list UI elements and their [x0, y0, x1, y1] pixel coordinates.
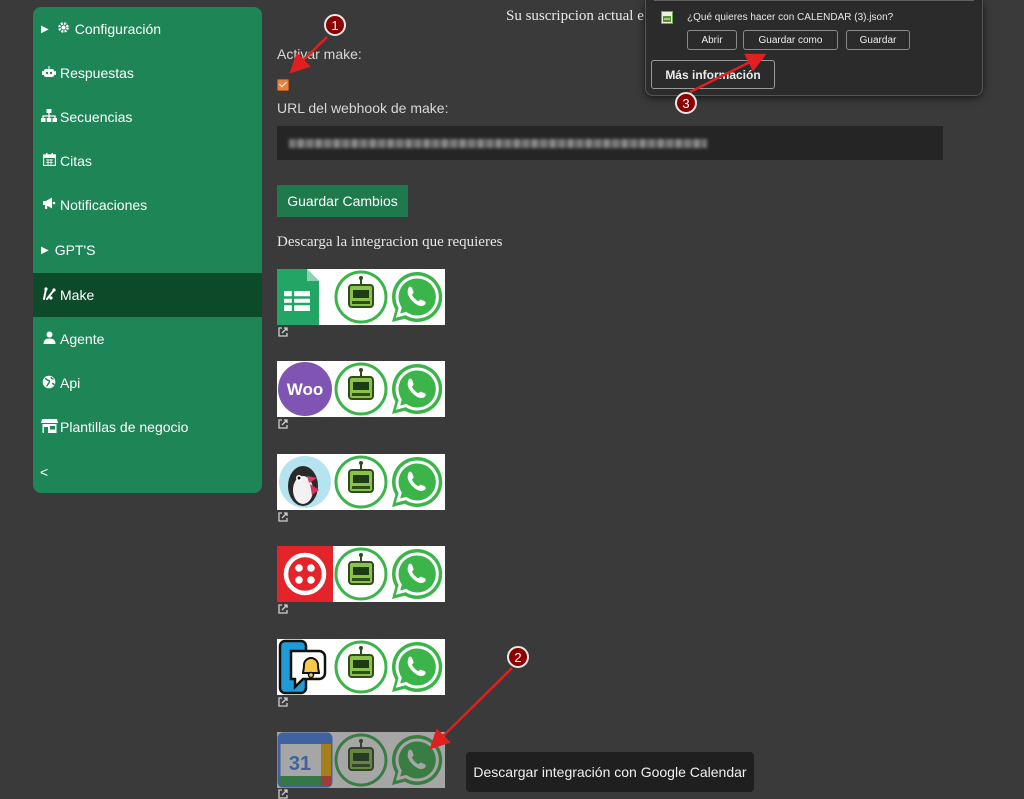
external-link-icon[interactable] — [278, 512, 288, 522]
integration-notifications[interactable] — [277, 639, 445, 695]
sidebar-item-agente[interactable]: Agente — [33, 317, 262, 361]
external-link-icon[interactable] — [278, 604, 288, 614]
annotation-badge-2: 2 — [507, 646, 529, 668]
save-changes-button[interactable]: Guardar Cambios — [277, 185, 408, 217]
integration-google-sheets[interactable] — [277, 269, 445, 325]
annotation-badge-3: 3 — [675, 92, 697, 114]
whatsapp-bot-icon — [333, 546, 389, 602]
sidebar-item-notificaciones[interactable]: Notificaciones — [33, 183, 262, 227]
subscription-text: Su suscripcion actual e — [506, 8, 644, 24]
integration-prestashop[interactable] — [277, 454, 445, 510]
globe-icon — [40, 375, 58, 392]
sidebar-item-plantillas[interactable]: Plantillas de negocio — [33, 405, 262, 449]
download-integrations-title: Descarga la integracion que requieres — [277, 234, 503, 250]
activate-make-checkbox[interactable] — [277, 79, 289, 91]
external-link-icon[interactable] — [278, 789, 288, 799]
sitemap-icon — [40, 109, 58, 125]
user-icon — [40, 331, 58, 347]
popup-divider — [654, 0, 974, 1]
google-calendar-logo-text: 31 — [289, 753, 311, 775]
sidebar-item-label: GPT'S — [54, 242, 96, 258]
sidebar-item-api[interactable]: Api — [33, 361, 262, 405]
sidebar-item-label: Citas — [60, 153, 92, 169]
annotation-badge-1: 1 — [324, 14, 346, 36]
download-tooltip: Descargar integración con Google Calenda… — [466, 752, 754, 792]
store-icon — [40, 418, 58, 436]
webhook-url-input[interactable] — [277, 126, 943, 160]
integration-woocommerce[interactable]: Woo — [277, 361, 445, 417]
more-info-button[interactable]: Más información — [651, 60, 775, 89]
sidebar-item-label: Agente — [60, 331, 105, 347]
sidebar-item-label: Secuencias — [60, 109, 133, 125]
sidebar-item-label: Notificaciones — [60, 197, 148, 213]
save-button[interactable]: Guardar — [846, 30, 910, 50]
whatsapp-icon — [389, 546, 445, 602]
download-popup: ¿Qué quieres hacer con CALENDAR (3).json… — [645, 0, 983, 96]
robot-icon — [40, 65, 58, 81]
sidebar-item-gpts[interactable]: ▶ GPT'S — [33, 228, 262, 272]
whatsapp-icon — [389, 454, 445, 510]
bullhorn-icon — [40, 197, 58, 213]
save-as-button[interactable]: Guardar como — [743, 30, 838, 50]
google-sheets-icon — [277, 269, 333, 325]
external-link-icon[interactable] — [278, 327, 288, 337]
whatsapp-icon — [389, 732, 445, 788]
whatsapp-icon — [389, 269, 445, 325]
woocommerce-logo-text: Woo — [287, 380, 324, 399]
notification-bell-icon — [277, 639, 333, 695]
sidebar-item-label: Configuración — [74, 21, 162, 37]
google-calendar-icon: 31 — [277, 732, 333, 788]
sidebar-collapse-button[interactable]: < — [33, 450, 262, 493]
prestashop-icon — [277, 454, 333, 510]
collapse-label: < — [40, 464, 49, 480]
external-link-icon[interactable] — [278, 419, 288, 429]
sidebar-item-citas[interactable]: Citas — [33, 139, 262, 183]
sidebar-item-make[interactable]: Make — [33, 273, 262, 317]
open-button[interactable]: Abrir — [687, 30, 737, 50]
sidebar-item-configuracion[interactable]: ▶ Configuración — [33, 7, 262, 51]
integration-google-calendar[interactable]: 31 — [277, 732, 445, 788]
whatsapp-bot-icon — [333, 454, 389, 510]
download-question: ¿Qué quieres hacer con CALENDAR (3).json… — [687, 12, 894, 23]
webhook-url-label: URL del webhook de make: — [277, 100, 449, 116]
whatsapp-icon — [389, 361, 445, 417]
sidebar-item-label: Respuestas — [60, 65, 134, 81]
caret-right-icon: ▶ — [41, 23, 49, 35]
json-file-icon — [661, 11, 673, 24]
blurred-url-value — [289, 139, 707, 148]
sidebar-item-label: Plantillas de negocio — [60, 419, 189, 435]
make-icon — [40, 286, 58, 304]
external-link-icon[interactable] — [278, 697, 288, 707]
woocommerce-icon: Woo — [277, 361, 333, 417]
sidebar-item-label: Api — [60, 375, 81, 391]
whatsapp-icon — [389, 639, 445, 695]
whatsapp-bot-icon — [333, 639, 389, 695]
whatsapp-bot-icon — [333, 361, 389, 417]
sidebar-item-label: Make — [60, 287, 95, 303]
activate-make-label: Activar make: — [277, 46, 362, 62]
twilio-icon — [277, 546, 333, 602]
whatsapp-bot-icon — [333, 732, 389, 788]
calendar-icon — [40, 153, 58, 169]
sidebar: ▶ Configuración Respuestas Secuencias Ci… — [33, 7, 262, 493]
sidebar-item-respuestas[interactable]: Respuestas — [33, 51, 262, 95]
caret-right-icon: ▶ — [41, 244, 49, 256]
integration-twilio[interactable] — [277, 546, 445, 602]
whatsapp-bot-icon — [333, 269, 389, 325]
sidebar-item-secuencias[interactable]: Secuencias — [33, 95, 262, 139]
gear-icon — [55, 21, 73, 37]
